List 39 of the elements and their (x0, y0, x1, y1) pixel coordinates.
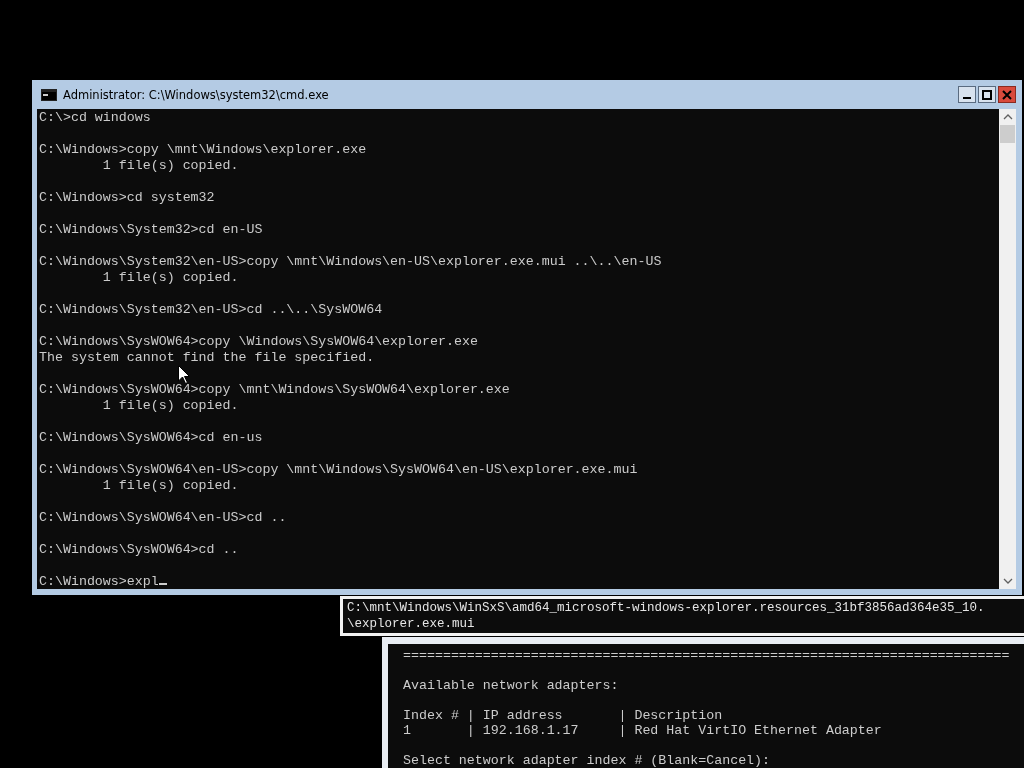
console-line: Available network adapters: (403, 678, 619, 693)
maximize-icon (982, 89, 992, 100)
console-line: 1 | 192.168.1.17 | Red Hat VirtIO Ethernet Adapter (403, 723, 882, 738)
console-line: C:\Windows\SysWOW64>cd en-us (39, 430, 263, 445)
maximize-button[interactable] (978, 86, 996, 103)
command-input[interactable]: C:\Windows>expl (39, 574, 159, 589)
console-icon (41, 88, 57, 101)
console-line: C:\Windows\System32\en-US>copy \mnt\Windows\en-US\explorer.exe.mui ..\..\en-US (39, 254, 662, 269)
scroll-down-icon[interactable] (1002, 577, 1013, 585)
console-line: C:\Windows\SysWOW64\en-US>copy \mnt\Windows\SysWOW64\en-US\explorer.exe.mui (39, 462, 638, 477)
mouse-pointer-icon (178, 365, 190, 384)
scroll-up-icon[interactable] (1002, 113, 1013, 121)
console-line: 1 file(s) copied. (101, 158, 239, 173)
console-line: Index # | IP address | Description (403, 708, 723, 723)
console-line: C:\Windows\SysWOW64>cd .. (39, 542, 239, 557)
close-button[interactable] (998, 86, 1016, 103)
console-line: The system cannot find the file specified. (39, 350, 375, 365)
console-line: \explorer.exe.mui (347, 617, 475, 631)
console-line: C:\mnt\Windows\WinSxS\amd64_microsoft-windows-explorer.resources_31bf3856ad364e35_10. (347, 601, 985, 615)
close-icon (1002, 89, 1012, 100)
window-title: Administrator: C:\Windows\system32\cmd.exe (63, 87, 329, 102)
console-line: 1 file(s) copied. (101, 270, 239, 285)
console-line: 1 file(s) copied. (101, 398, 239, 413)
console-line: C:\Windows>cd system32 (39, 190, 215, 205)
minimize-icon (963, 96, 971, 99)
minimize-button[interactable] (958, 86, 976, 103)
scrollbar[interactable] (999, 109, 1016, 589)
text-cursor (158, 583, 167, 585)
console-line: C:\Windows\SysWOW64\en-US>cd .. (39, 510, 287, 525)
console-line: C:\Windows\System32>cd en-US (39, 222, 263, 237)
console-line: C:\Windows>copy \mnt\Windows\explorer.exe (39, 142, 367, 157)
console-line: C:\Windows\SysWOW64>copy \mnt\Windows\SysWOW64\explorer.exe (39, 382, 510, 397)
scrollbar-thumb[interactable] (1000, 125, 1015, 143)
console-line: ============================================================================ (403, 648, 1010, 663)
console-line: C:\>cd windows (39, 110, 151, 125)
console-line: 1 file(s) copied. (101, 478, 239, 493)
console-line: Select network adapter index # (Blank=Cancel): (403, 753, 771, 768)
console-line: C:\Windows\System32\en-US>cd ..\..\SysWOW64 (39, 302, 383, 317)
console-line: C:\Windows\SysWOW64>copy \Windows\SysWOW64\explorer.exe (39, 334, 478, 349)
